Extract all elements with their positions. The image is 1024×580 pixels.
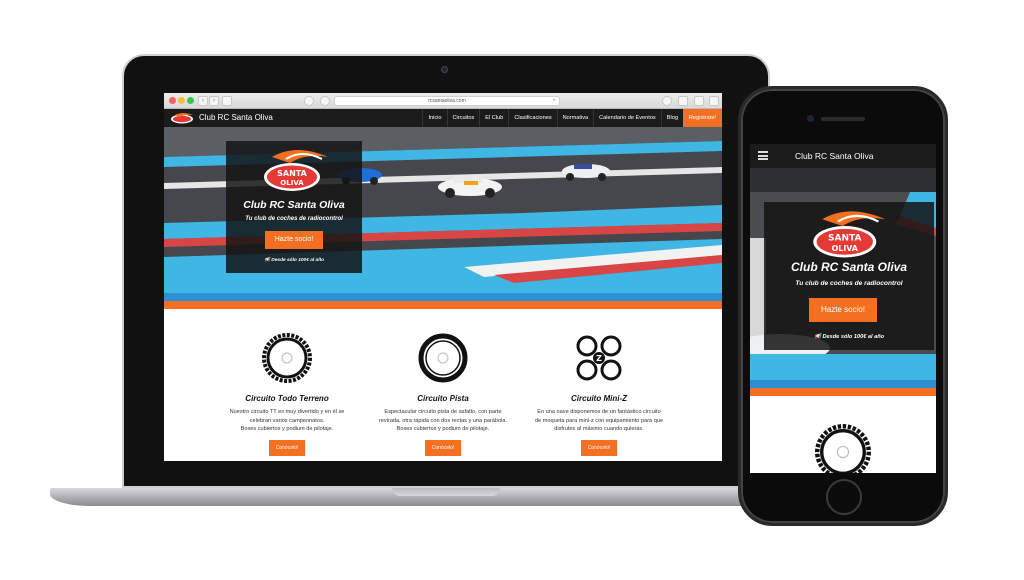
mobile-hero-subtitle: Tu club de coches de radiocontrol	[795, 280, 903, 287]
sidebar-icon[interactable]	[222, 96, 232, 106]
price-note: 📢 Desde sólo 100€ al año	[226, 258, 362, 263]
mobile-site-brand[interactable]: Club RC Santa Oliva	[795, 151, 873, 161]
circuit-description-line: celebran varios campeonatos.	[249, 417, 325, 424]
nav-item-el-club[interactable]: El Club	[479, 109, 508, 127]
clear-url-icon[interactable]: ×	[552, 97, 556, 106]
mobile-divider-blue	[750, 380, 936, 388]
phone-screen: Club RC Santa Oliva SANTA OLIVA Club RC …	[750, 144, 936, 473]
phone-frame: Club RC Santa Oliva SANTA OLIVA Club RC …	[738, 86, 948, 526]
zoom-window-button[interactable]	[187, 97, 194, 104]
mobile-divider-orange	[750, 388, 936, 396]
circuit-description-line: de moqueta para mini-z con equipamiento …	[534, 417, 664, 424]
club-logo-large-icon: SANTA OLIVA	[264, 150, 328, 191]
tabs-icon[interactable]	[694, 96, 704, 106]
nav-item-normativa[interactable]: Normativa	[556, 109, 594, 127]
laptop-notch	[392, 488, 500, 496]
laptop-screen: ‹ › rcsantaoliva.com × Club RC Santa Oli…	[164, 93, 722, 461]
discover-button-pista[interactable]: Conócelo!	[425, 439, 461, 456]
mobile-hero-title: Club RC Santa Oliva	[790, 260, 908, 274]
megaphone-icon: 📢	[813, 334, 821, 340]
hero-banner: SANTA OLIVA Club RC Santa Oliva Tu club …	[164, 127, 722, 293]
megaphone-icon: 📢	[263, 258, 270, 263]
phone-speaker	[821, 117, 865, 121]
circuit-description-line: Espectacular circuito pista de asfalto, …	[384, 409, 502, 415]
circuit-description-line: Boxes cubiertos y podium de pilotaje.	[240, 426, 334, 432]
nav-item-inicio[interactable]: Inicio	[422, 109, 446, 127]
circuit-description-line: Nuestro circuito TT es muy divertido y e…	[229, 409, 345, 415]
mobile-logo-text-top: SANTA	[828, 234, 861, 244]
track-tire-icon	[418, 333, 468, 383]
circuit-description-line: revirada, otra rápida con dos rectas y u…	[378, 417, 508, 424]
hero-subtitle: Tu club de coches de radiocontrol	[245, 216, 343, 222]
device-mockup: ‹ › rcsantaoliva.com × Club RC Santa Oli…	[0, 0, 1024, 580]
nav-item-circuitos[interactable]: Circuitos	[446, 109, 480, 127]
info-icon[interactable]	[662, 96, 672, 106]
mobile-offroad-tire-icon	[815, 424, 871, 473]
mobile-join-club-button[interactable]: Hazte socio!	[809, 298, 877, 322]
hero-title: Club RC Santa Oliva	[243, 199, 345, 211]
discover-button-mini-z[interactable]: Conócelo!	[581, 439, 617, 456]
logo-text-bottom: OLIVA	[280, 179, 304, 187]
circuit-description-line: disfrutes al máximo cuando quieras.	[554, 426, 644, 432]
shield-icon[interactable]	[320, 96, 330, 106]
mobile-club-logo-icon: SANTA OLIVA	[813, 211, 886, 258]
circuit-description-line: Boxes cubiertos y podium de pilotaje.	[396, 426, 490, 432]
pocket-icon[interactable]	[304, 96, 314, 106]
discover-button-todo-terreno[interactable]: Conócelo!	[269, 439, 305, 456]
share-icon[interactable]	[678, 96, 688, 106]
circuit-description-line: En una nave disponemos de un fantástico …	[537, 409, 661, 415]
laptop-camera	[441, 66, 448, 73]
offroad-tire-icon	[262, 333, 312, 383]
divider-blue	[164, 293, 722, 301]
close-window-button[interactable]	[169, 97, 176, 104]
circuit-title: Circuito Mini-Z	[571, 394, 627, 403]
site-navbar: Club RC Santa Oliva Inicio Circuitos El …	[164, 109, 722, 127]
circuit-card-pista: Circuito Pista Espectacular circuito pis…	[368, 333, 518, 456]
mobile-hero-card: SANTA OLIVA Club RC Santa Oliva Tu club …	[764, 202, 934, 350]
hamburger-menu-icon[interactable]	[758, 151, 768, 160]
circuit-title: Circuito Todo Terreno	[245, 394, 329, 403]
forward-button[interactable]: ›	[209, 96, 219, 106]
back-button[interactable]: ‹	[198, 96, 208, 106]
address-bar[interactable]: rcsantaoliva.com ×	[334, 96, 560, 106]
join-club-button[interactable]: Hazte socio!	[265, 231, 323, 249]
mobile-logo-text-bottom: OLIVA	[832, 244, 859, 253]
circuit-description: En una nave disponemos de un fantástico …	[524, 408, 674, 434]
divider-orange	[164, 301, 722, 309]
circuit-card-todo-terreno: Circuito Todo Terreno Nuestro circuito T…	[212, 333, 362, 456]
club-logo-icon[interactable]	[169, 112, 195, 124]
nav-item-blog[interactable]: Blog	[660, 109, 683, 127]
mobile-price-note-text: Desde sólo 100€ al año	[822, 334, 885, 340]
register-button[interactable]: Registrate!	[682, 109, 722, 127]
address-bar-url: rcsantaoliva.com	[428, 98, 466, 104]
price-note-text: Desde sólo 100€ al año	[271, 258, 325, 263]
mobile-hero-banner: SANTA OLIVA Club RC Santa Oliva Tu club …	[750, 168, 936, 380]
nav-menu: Inicio Circuitos El Club Clasificaciones…	[422, 109, 722, 127]
minimize-window-button[interactable]	[178, 97, 185, 104]
logo-text-top: SANTA	[277, 169, 307, 178]
mini-z-wheels-icon: Z	[576, 335, 622, 381]
mobile-navbar: Club RC Santa Oliva	[750, 144, 936, 168]
svg-text:Z: Z	[596, 354, 602, 363]
hero-card: SANTA OLIVA Club RC Santa Oliva Tu club …	[226, 141, 362, 273]
circuit-title: Circuito Pista	[417, 394, 469, 403]
circuit-description: Espectacular circuito pista de asfalto, …	[368, 408, 518, 434]
new-tab-icon[interactable]	[709, 96, 719, 106]
phone-home-button[interactable]	[826, 479, 862, 515]
site-brand[interactable]: Club RC Santa Oliva	[199, 113, 273, 122]
nav-item-calendario[interactable]: Calendario de Eventos	[593, 109, 661, 127]
phone-camera	[807, 115, 814, 122]
browser-toolbar: ‹ › rcsantaoliva.com ×	[164, 93, 722, 109]
circuit-description: Nuestro circuito TT es muy divertido y e…	[212, 408, 362, 434]
mobile-price-note: 📢 Desde sólo 100€ al año	[764, 334, 934, 340]
circuit-card-mini-z: Z Circuito Mini-Z En una nave disponemos…	[524, 333, 674, 456]
nav-item-clasificaciones[interactable]: Clasificaciones	[508, 109, 556, 127]
